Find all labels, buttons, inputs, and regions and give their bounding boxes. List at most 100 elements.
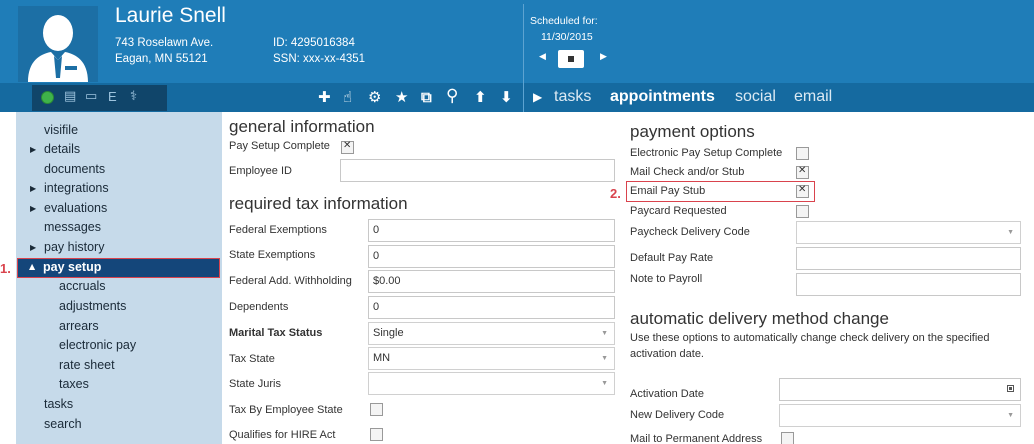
- address-line-1: 743 Roselawn Ave.: [115, 37, 214, 49]
- dependents-input[interactable]: 0: [368, 296, 615, 319]
- search-icon[interactable]: ⚲: [446, 86, 458, 106]
- header-divider: [523, 4, 524, 84]
- tax-by-employee-state-label: Tax By Employee State: [229, 404, 343, 416]
- automatic-delivery-description-line-2: activation date.: [630, 348, 704, 360]
- plus-icon[interactable]: ✚: [318, 88, 331, 106]
- sidebar-item-rate-sheet[interactable]: rate sheet: [59, 358, 115, 372]
- note-to-payroll-input[interactable]: [796, 273, 1021, 296]
- tax-state-select[interactable]: MN ▼: [368, 347, 615, 370]
- marital-tax-status-value: Single: [373, 327, 404, 339]
- marital-tax-status-select[interactable]: Single ▼: [368, 322, 615, 345]
- electronic-pay-setup-complete-checkbox[interactable]: [796, 147, 809, 160]
- prev-date-icon[interactable]: ◀: [539, 52, 546, 62]
- email-pay-stub-checkbox[interactable]: [796, 184, 809, 198]
- collapse-arrow-icon[interactable]: ▲: [29, 262, 35, 271]
- star-icon[interactable]: ★: [395, 88, 408, 106]
- payment-options-title: payment options: [630, 122, 755, 141]
- gear-icon[interactable]: ⚙: [368, 88, 381, 106]
- chevron-down-icon: ▼: [601, 380, 608, 387]
- paycheck-delivery-code-select[interactable]: ▼: [796, 221, 1021, 244]
- employee-id: ID: 4295016384: [273, 37, 355, 49]
- next-date-icon[interactable]: ▶: [600, 52, 607, 62]
- sidebar-item-taxes[interactable]: taxes: [59, 377, 89, 391]
- pay-setup-complete-checkbox[interactable]: [341, 140, 354, 154]
- note-to-payroll-label: Note to Payroll: [630, 273, 703, 285]
- marital-tax-status-label: Marital Tax Status: [229, 327, 323, 339]
- calendar-icon[interactable]: [558, 50, 584, 68]
- tax-state-value: MN: [373, 352, 391, 364]
- expand-arrow-icon[interactable]: ▶: [30, 243, 36, 252]
- default-pay-rate-label: Default Pay Rate: [630, 252, 714, 264]
- new-delivery-code-label: New Delivery Code: [630, 409, 725, 421]
- tax-state-label: Tax State: [229, 353, 275, 365]
- expand-arrow-icon[interactable]: ▶: [30, 145, 36, 154]
- default-pay-rate-input[interactable]: [796, 247, 1021, 270]
- toolbar-divider: [523, 83, 524, 112]
- sidebar-item-tasks[interactable]: tasks: [44, 397, 73, 411]
- mail-check-stub-checkbox[interactable]: [796, 165, 809, 179]
- sidebar-item-messages[interactable]: messages: [44, 220, 101, 234]
- expand-arrow-icon[interactable]: ▶: [30, 204, 36, 213]
- calendar-icon[interactable]: [1007, 385, 1014, 392]
- sidebar-item-adjustments[interactable]: adjustments: [59, 299, 126, 313]
- nav-appointments[interactable]: appointments: [610, 88, 715, 106]
- chevron-down-icon: ▼: [601, 355, 608, 362]
- sidebar-item-integrations[interactable]: integrations: [44, 181, 109, 195]
- required-tax-title: required tax information: [229, 194, 408, 213]
- nav-email[interactable]: email: [794, 88, 832, 106]
- activation-date-label: Activation Date: [630, 388, 704, 400]
- sidebar-item-evaluations[interactable]: evaluations: [44, 201, 107, 215]
- sidebar-item-details[interactable]: details: [44, 142, 80, 156]
- employee-id-label: Employee ID: [229, 165, 292, 177]
- activation-date-input[interactable]: [779, 378, 1021, 401]
- federal-add-withholding-label: Federal Add. Withholding: [229, 275, 352, 287]
- new-delivery-code-select[interactable]: ▼: [779, 404, 1021, 427]
- employee-id-input[interactable]: [340, 159, 615, 182]
- state-juris-select[interactable]: ▼: [368, 372, 615, 395]
- qualifies-for-hire-act-label: Qualifies for HIRE Act: [229, 429, 336, 441]
- federal-exemptions-input[interactable]: 0: [368, 219, 615, 242]
- scheduled-label: Scheduled for:: [530, 15, 598, 27]
- automatic-delivery-description-line-1: Use these options to automatically chang…: [630, 332, 990, 344]
- arrow-up-icon[interactable]: ⬆: [474, 88, 487, 106]
- callout-2: 2.: [610, 186, 621, 201]
- pointer-icon[interactable]: ☝: [343, 88, 352, 106]
- card-icon[interactable]: ▭: [85, 89, 97, 104]
- sidebar-item-electronic-pay[interactable]: electronic pay: [59, 338, 136, 352]
- federal-exemptions-label: Federal Exemptions: [229, 224, 327, 236]
- general-information-title: general information: [229, 117, 375, 136]
- sidebar-item-accruals[interactable]: accruals: [59, 279, 106, 293]
- sidebar-item-arrears[interactable]: arrears: [59, 319, 99, 333]
- sidebar-item-search[interactable]: search: [44, 417, 82, 431]
- nav-social[interactable]: social: [735, 88, 776, 106]
- employee-ssn: SSN: xxx-xx-4351: [273, 53, 366, 65]
- state-juris-label: State Juris: [229, 378, 281, 390]
- external-link-icon[interactable]: ⧉: [421, 88, 432, 106]
- state-exemptions-input[interactable]: 0: [368, 245, 615, 268]
- qualifies-for-hire-act-checkbox[interactable]: [370, 428, 383, 441]
- paycheck-delivery-code-label: Paycheck Delivery Code: [630, 226, 750, 238]
- arrow-down-icon[interactable]: ⬇: [500, 88, 513, 106]
- state-exemptions-label: State Exemptions: [229, 249, 316, 261]
- sidebar-item-visifile[interactable]: visifile: [44, 123, 78, 137]
- e-icon[interactable]: E: [108, 89, 117, 104]
- paycard-requested-checkbox[interactable]: [796, 205, 809, 218]
- mail-to-permanent-address-checkbox[interactable]: [781, 432, 794, 444]
- sidebar-item-pay-history[interactable]: pay history: [44, 240, 104, 254]
- expand-arrow-icon[interactable]: ▶: [30, 184, 36, 193]
- caduceus-icon[interactable]: ⚕: [130, 89, 137, 104]
- sidebar-item-documents[interactable]: documents: [44, 162, 105, 176]
- paycard-requested-label: Paycard Requested: [630, 205, 727, 217]
- chevron-down-icon: ▼: [601, 330, 608, 337]
- nav-tasks[interactable]: tasks: [554, 88, 591, 106]
- scheduled-date: 11/30/2015: [541, 31, 593, 43]
- email-pay-stub-label: Email Pay Stub: [630, 185, 706, 197]
- tax-by-employee-state-checkbox[interactable]: [370, 403, 383, 416]
- avatar: [18, 6, 98, 82]
- person-silhouette-icon: [18, 6, 98, 82]
- sidebar-item-pay-setup-label[interactable]: pay setup: [43, 260, 101, 274]
- status-toolbar: ▤ ▭ E ⚕: [32, 85, 167, 111]
- federal-add-withholding-input[interactable]: $0.00: [368, 270, 615, 293]
- status-dot-icon[interactable]: [41, 91, 54, 104]
- document-icon[interactable]: ▤: [64, 89, 76, 104]
